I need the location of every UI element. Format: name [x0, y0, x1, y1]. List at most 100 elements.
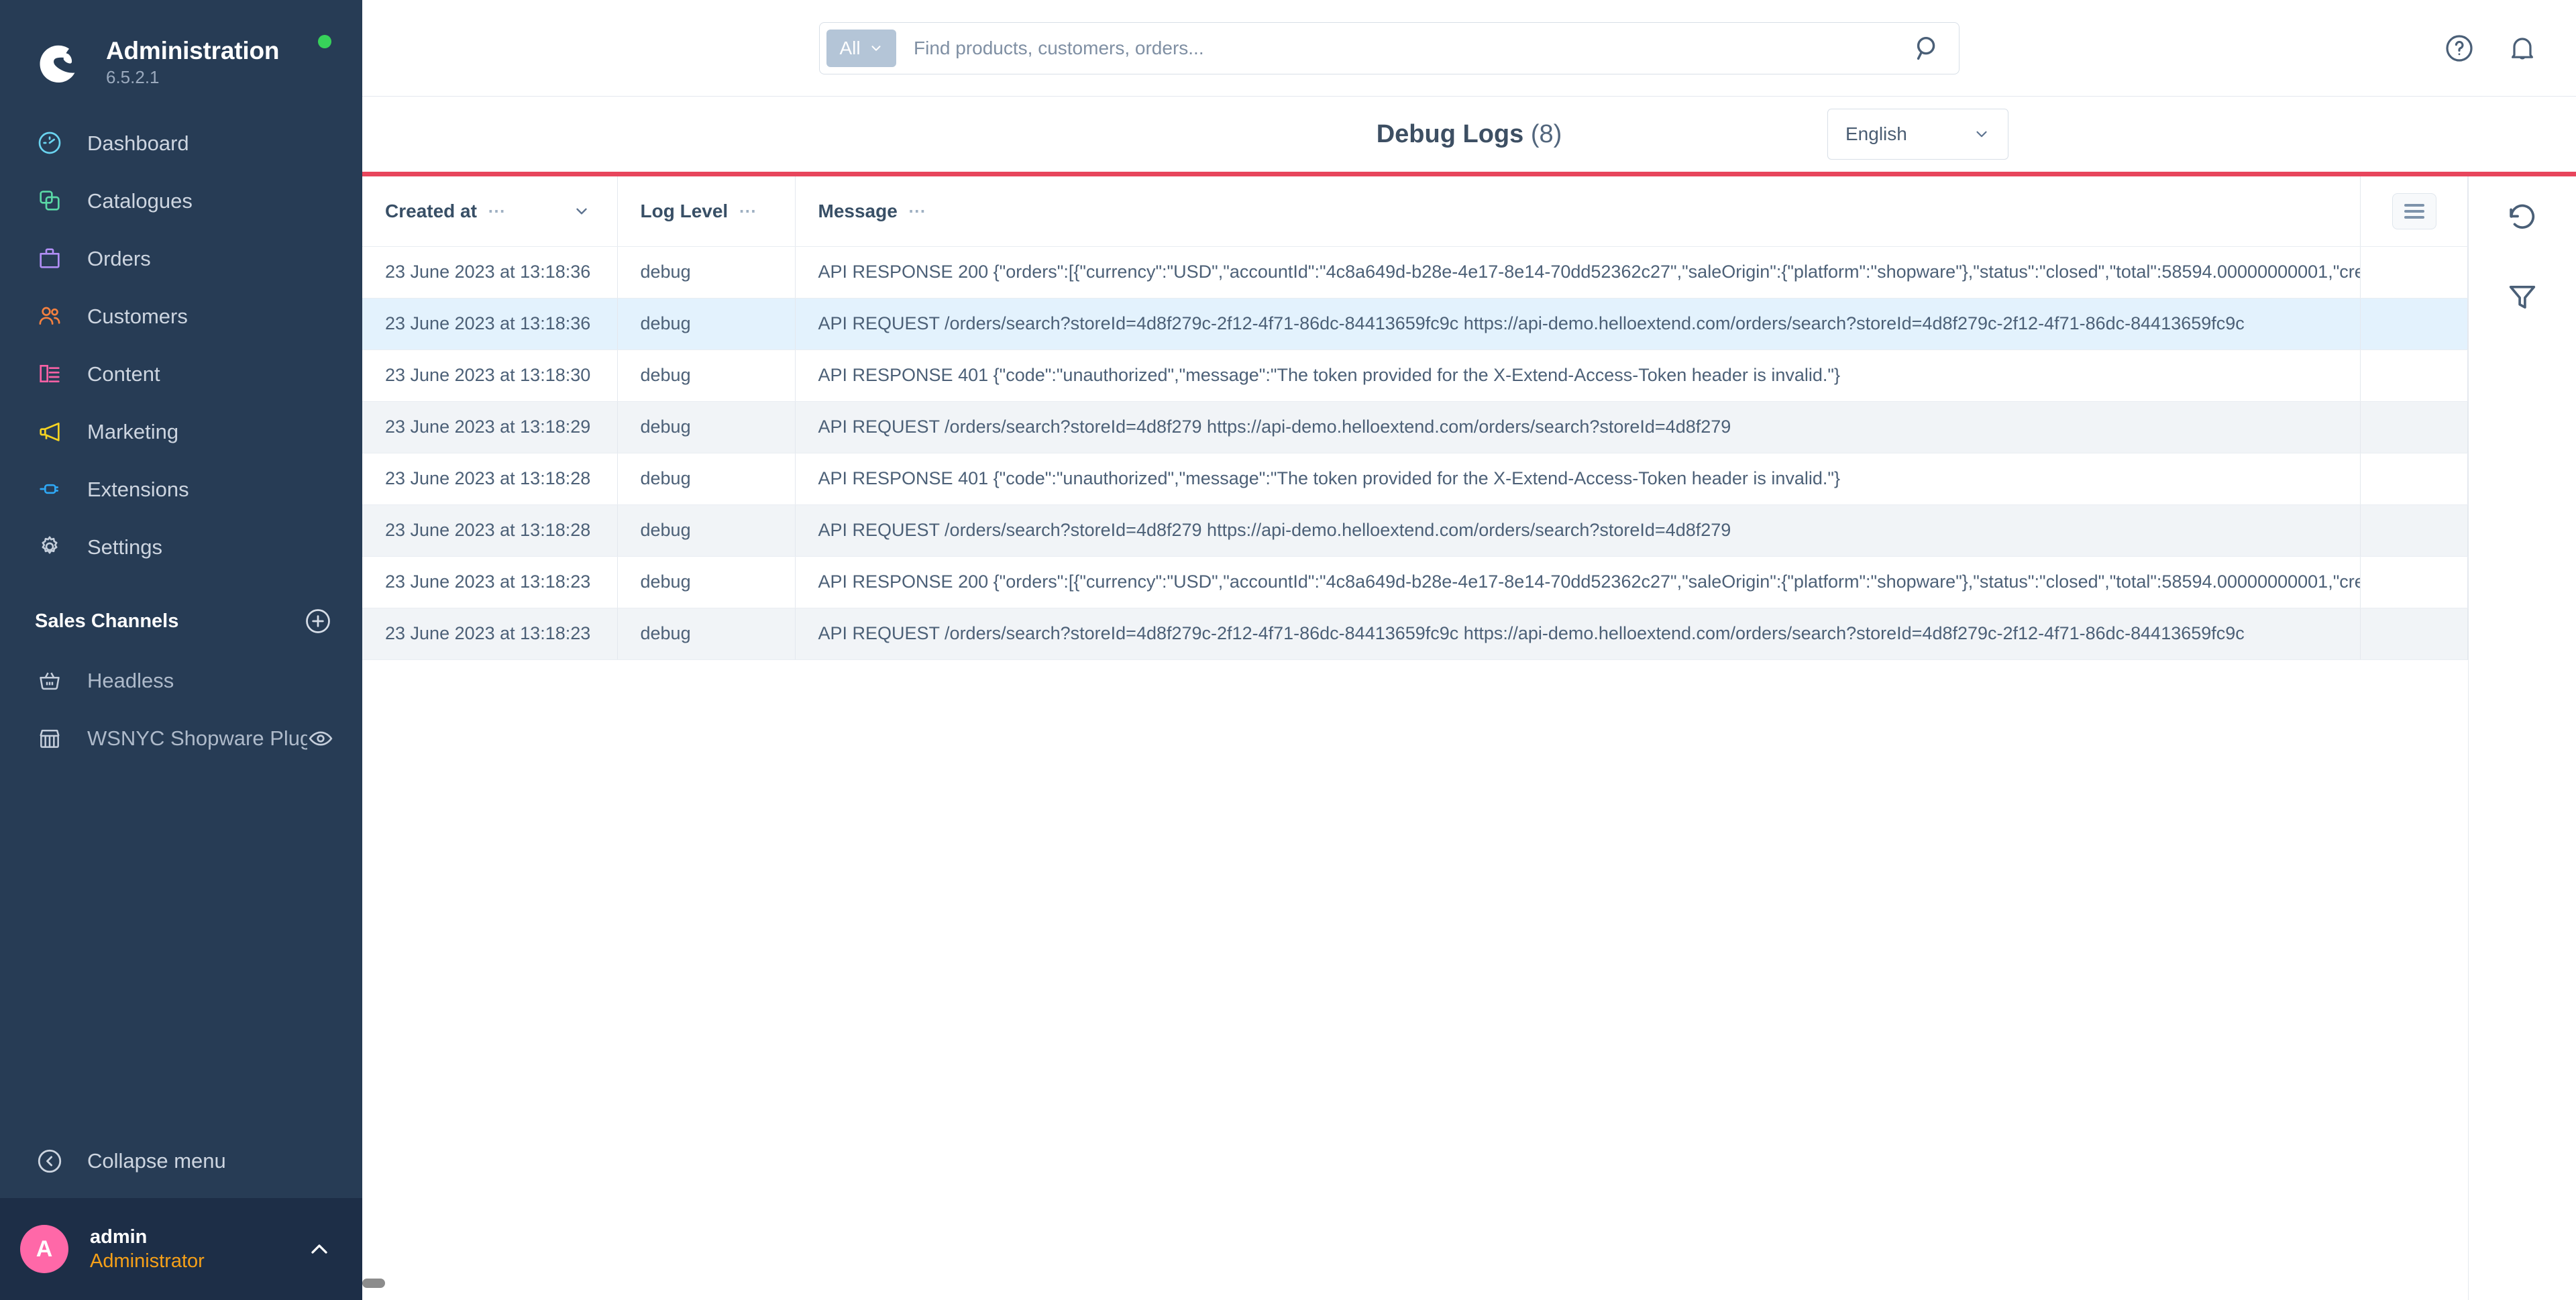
page-header: Debug Logs (8) English	[362, 97, 2576, 172]
column-menu-icon[interactable]: ⋯	[488, 202, 506, 219]
cell-log-level: debug	[617, 298, 796, 350]
table-row[interactable]: 23 June 2023 at 13:18:36 debug API REQUE…	[362, 298, 2468, 350]
sales-channel-headless[interactable]: Headless	[0, 652, 362, 710]
cell-created-at: 23 June 2023 at 13:18:28	[362, 504, 618, 557]
cell-created-at: 23 June 2023 at 13:18:30	[362, 349, 618, 402]
storefront-icon	[35, 724, 64, 753]
sort-descending-icon[interactable]	[573, 203, 590, 220]
scrollbar-thumb[interactable]	[362, 1279, 385, 1288]
settings-icon	[35, 532, 64, 561]
language-selector[interactable]: English	[1827, 109, 2008, 160]
table-row[interactable]: 23 June 2023 at 13:18:23 debug API REQUE…	[362, 608, 2468, 660]
cell-message: API RESPONSE 401 {"code":"unauthorized",…	[795, 453, 2361, 505]
page-title: Debug Logs (8)	[362, 120, 2576, 149]
sidebar-item-customers[interactable]: Customers	[0, 287, 362, 345]
cell-log-level: debug	[617, 349, 796, 402]
table-row[interactable]: 23 June 2023 at 13:18:29 debug API REQUE…	[362, 401, 2468, 453]
sidebar-item-orders[interactable]: Orders	[0, 229, 362, 287]
column-header-log-level[interactable]: Log Level ⋯	[617, 176, 796, 247]
cell-created-at: 23 June 2023 at 13:18:36	[362, 298, 618, 350]
table-row[interactable]: 23 June 2023 at 13:18:28 debug API RESPO…	[362, 453, 2468, 505]
sidebar-item-catalogues[interactable]: Catalogues	[0, 172, 362, 229]
cell-created-at: 23 June 2023 at 13:18:29	[362, 401, 618, 453]
cell-message: API REQUEST /orders/search?storeId=4d8f2…	[795, 298, 2361, 350]
status-indicator-dot	[318, 35, 331, 48]
column-menu-icon[interactable]: ⋯	[908, 202, 927, 219]
collapse-left-icon	[35, 1146, 64, 1176]
column-header-message[interactable]: Message ⋯	[795, 176, 2361, 247]
sidebar-item-label: Settings	[87, 535, 163, 559]
search-input[interactable]	[896, 37, 1912, 59]
chevron-down-icon	[1976, 131, 1987, 138]
cell-log-level: debug	[617, 401, 796, 453]
table-row[interactable]: 23 June 2023 at 13:18:36 debug API RESPO…	[362, 246, 2468, 299]
column-header-created-at[interactable]: Created at ⋯	[362, 176, 618, 247]
chevron-down-icon	[871, 45, 881, 51]
global-search: All	[819, 21, 1960, 74]
hamburger-lines	[2404, 201, 2424, 222]
main-navigation: Dashboard Catalogues Orders Customers Co…	[0, 114, 362, 576]
table-head: Created at ⋯ Log Level ⋯ Message ⋯	[362, 176, 2468, 247]
horizontal-scrollbar[interactable]	[362, 1279, 2576, 1288]
debug-logs-table: Created at ⋯ Log Level ⋯ Message ⋯ 23 Ju…	[362, 176, 2468, 660]
column-header-settings	[2360, 176, 2468, 247]
cell-message: API RESPONSE 401 {"code":"unauthorized",…	[795, 349, 2361, 402]
catalogues-icon	[35, 186, 64, 215]
sidebar-item-content[interactable]: Content	[0, 345, 362, 402]
user-name: admin	[90, 1226, 148, 1248]
orders-icon	[35, 243, 64, 273]
sidebar: Administration 6.5.2.1 Dashboard Catalog…	[0, 0, 362, 1300]
refresh-icon[interactable]	[2505, 201, 2540, 235]
column-menu-icon[interactable]: ⋯	[739, 202, 757, 219]
brand-header: Administration 6.5.2.1	[0, 0, 362, 99]
help-circle-icon[interactable]	[2443, 32, 2475, 64]
eye-icon[interactable]	[307, 725, 334, 752]
cell-created-at: 23 June 2023 at 13:18:36	[362, 246, 618, 299]
sidebar-item-dashboard[interactable]: Dashboard	[0, 114, 362, 172]
accent-divider	[362, 172, 2576, 176]
sidebar-item-label: Content	[87, 362, 160, 386]
collapse-menu-button[interactable]: Collapse menu	[0, 1124, 362, 1198]
chevron-up-icon[interactable]	[306, 1236, 333, 1262]
cell-log-level: debug	[617, 246, 796, 299]
plus-circle-icon[interactable]	[303, 606, 333, 636]
cell-actions	[2360, 504, 2468, 557]
avatar: A	[20, 1225, 68, 1273]
sales-channels-title: Sales Channels	[35, 610, 179, 632]
table-row[interactable]: 23 June 2023 at 13:18:30 debug API RESPO…	[362, 349, 2468, 402]
cell-log-level: debug	[617, 504, 796, 557]
search-wrapper: All	[362, 21, 2416, 74]
cell-actions	[2360, 349, 2468, 402]
search-icon[interactable]	[1912, 33, 1943, 64]
bell-icon[interactable]	[2506, 32, 2538, 64]
cell-actions	[2360, 453, 2468, 505]
table-header-row: Created at ⋯ Log Level ⋯ Message ⋯	[362, 176, 2468, 247]
sidebar-item-settings[interactable]: Settings	[0, 518, 362, 576]
list-settings-icon[interactable]	[2392, 193, 2436, 229]
topbar-icons	[2416, 32, 2538, 64]
brand-text: Administration 6.5.2.1	[106, 37, 279, 89]
column-label: Log Level	[640, 200, 729, 221]
column-label: Created at	[385, 200, 477, 221]
cell-actions	[2360, 298, 2468, 350]
page-title-text: Debug Logs	[1376, 119, 1524, 148]
cell-actions	[2360, 608, 2468, 660]
sales-channel-wsnyc[interactable]: WSNYC Shopware Plugi...	[0, 710, 362, 767]
search-scope-dropdown[interactable]: All	[826, 29, 896, 67]
sidebar-item-marketing[interactable]: Marketing	[0, 402, 362, 460]
sidebar-item-extensions[interactable]: Extensions	[0, 460, 362, 518]
cell-log-level: debug	[617, 556, 796, 608]
main-area: All Find products, customers, orders... …	[362, 0, 2576, 1300]
shopware-logo-icon	[35, 38, 83, 87]
sales-channel-label: WSNYC Shopware Plugi...	[87, 726, 307, 750]
data-grid-container: Created at ⋯ Log Level ⋯ Message ⋯ 23 Ju…	[362, 176, 2469, 1300]
table-row[interactable]: 23 June 2023 at 13:18:28 debug API REQUE…	[362, 504, 2468, 557]
table-row[interactable]: 23 June 2023 at 13:18:23 debug API RESPO…	[362, 556, 2468, 608]
marketing-icon	[35, 417, 64, 446]
extensions-icon	[35, 474, 64, 504]
sales-channel-label: Headless	[87, 669, 174, 692]
filter-icon[interactable]	[2505, 280, 2540, 315]
user-profile-menu[interactable]: A admin Administrator	[0, 1198, 362, 1300]
cell-actions	[2360, 556, 2468, 608]
